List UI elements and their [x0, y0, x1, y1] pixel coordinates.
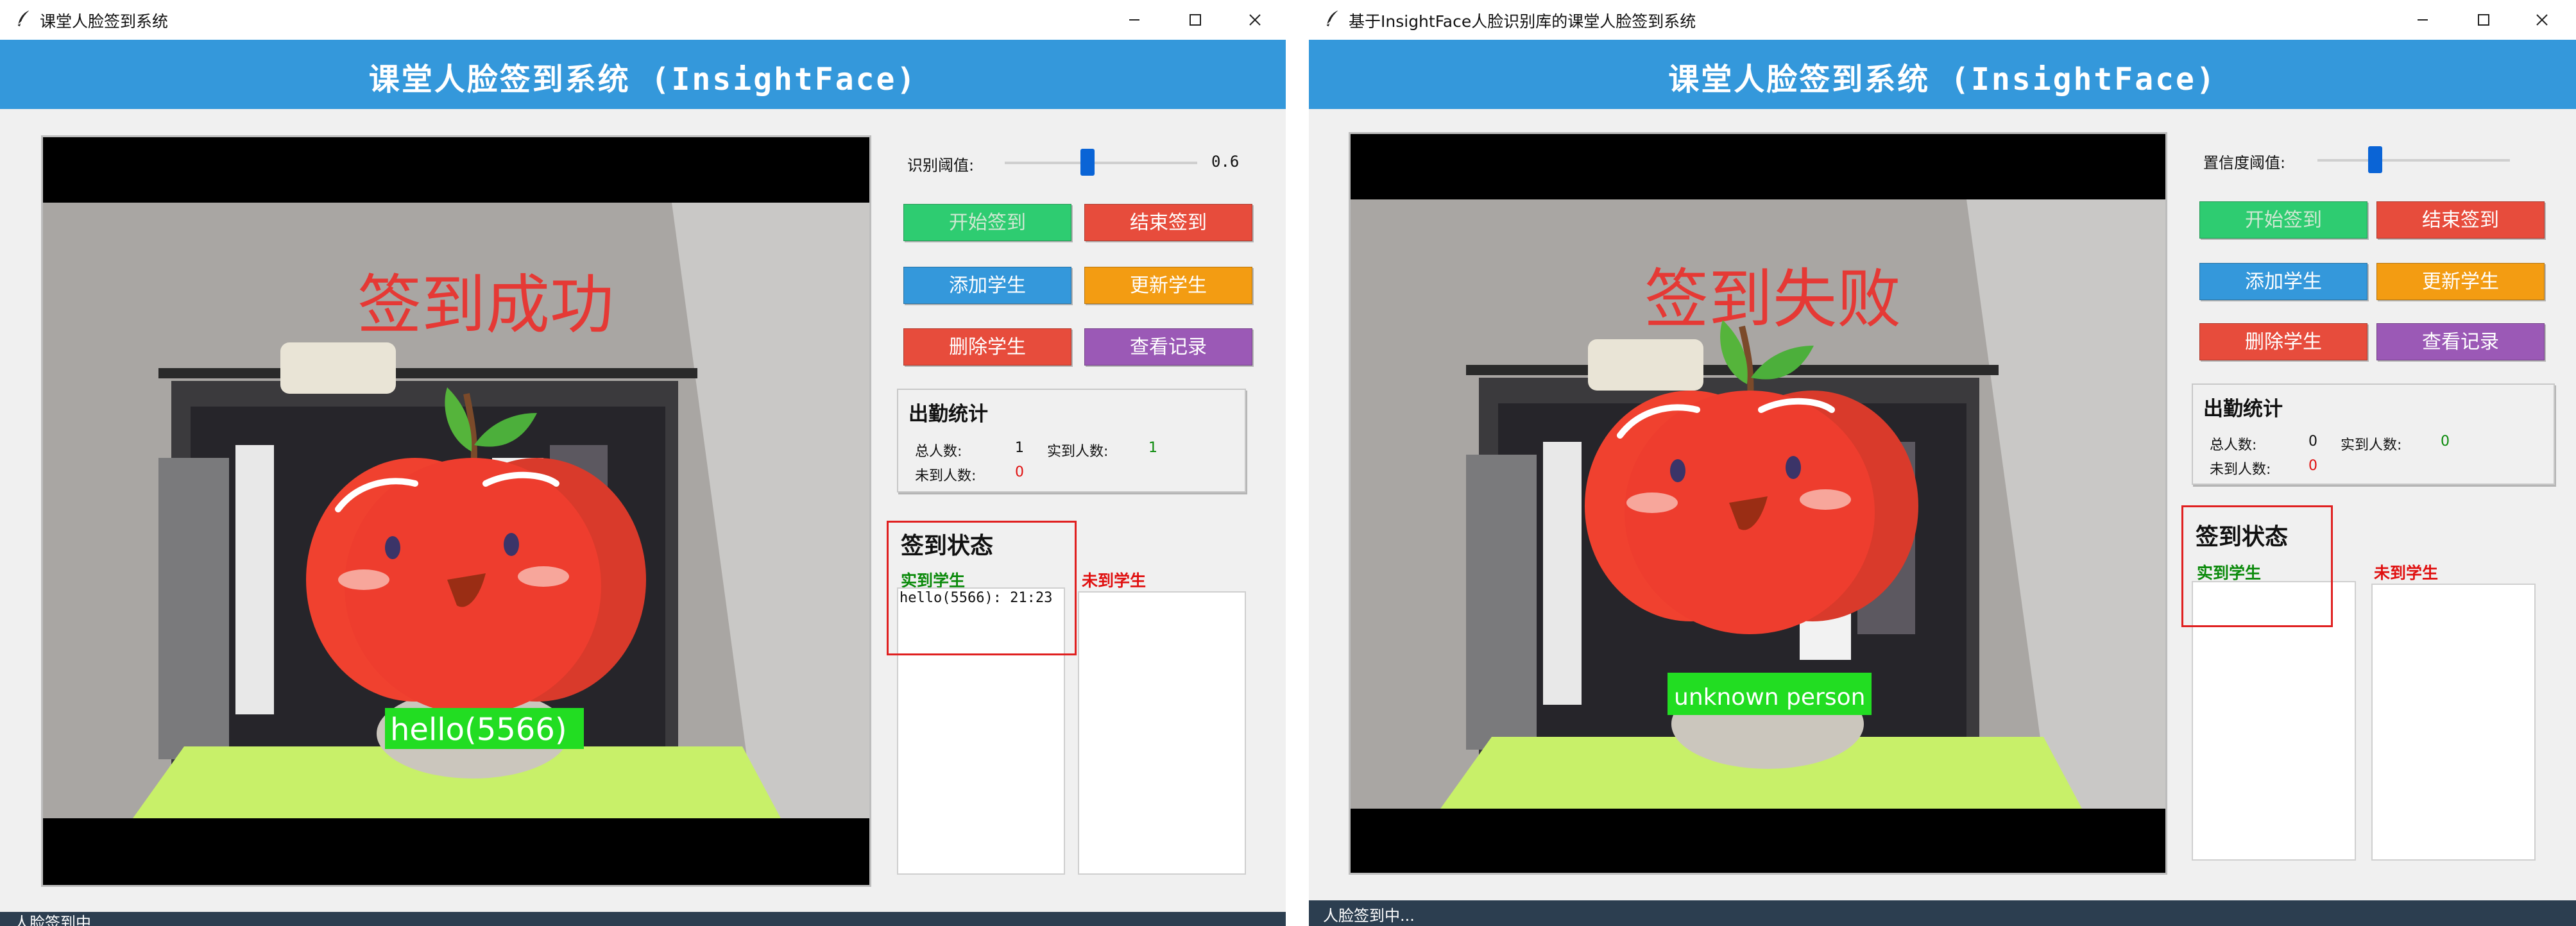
- app-header: 课堂人脸签到系统 (InsightFace): [1309, 40, 2576, 109]
- status-bar: 人脸签到中...: [1309, 900, 2576, 926]
- face-label-box: hello(5566): [385, 708, 584, 749]
- present-count-value: 1: [1148, 440, 1157, 456]
- present-count-value: 0: [2441, 434, 2450, 450]
- absent-students-list[interactable]: [1078, 591, 1246, 875]
- start-checkin-button[interactable]: 开始签到: [903, 204, 1071, 241]
- attendance-stats-panel: 出勤统计 总人数: 1 实到人数: 1 未到人数: 0: [897, 389, 1246, 492]
- title-bar[interactable]: 基于InsightFace人脸识别库的课堂人脸签到系统: [1309, 0, 2576, 40]
- window-gap: [1286, 0, 1309, 926]
- stop-checkin-button[interactable]: 结束签到: [2376, 201, 2545, 239]
- absent-students-label: 未到学生: [2374, 564, 2439, 582]
- app-header-title: 课堂人脸签到系统 (InsightFace): [368, 62, 917, 97]
- window-title: 课堂人脸签到系统: [40, 12, 169, 31]
- highlight-box: [887, 521, 1077, 655]
- app-window-2: 基于InsightFace人脸识别库的课堂人脸签到系统 课堂人脸签到系统 (In…: [1309, 0, 2576, 926]
- close-icon: [1249, 14, 1261, 26]
- app-window-1: 课堂人脸签到系统 课堂人脸签到系统 (InsightFace) 签到成功 hel…: [0, 0, 1286, 926]
- threshold-slider-thumb[interactable]: [2368, 146, 2382, 173]
- threshold-label: 置信度阈值:: [2203, 154, 2286, 172]
- update-student-button[interactable]: 更新学生: [2376, 263, 2545, 300]
- close-icon: [2536, 14, 2548, 26]
- threshold-slider-track[interactable]: [2317, 159, 2510, 162]
- status-text: 人脸签到中...: [1323, 907, 1415, 925]
- total-label: 总人数:: [915, 444, 962, 460]
- delete-student-button[interactable]: 删除学生: [903, 328, 1071, 366]
- app-header: 课堂人脸签到系统 (InsightFace): [0, 40, 1286, 109]
- apple-face-mask: [306, 387, 646, 714]
- absent-count-label: 未到人数:: [915, 468, 977, 484]
- present-count-label: 实到人数:: [2341, 437, 2402, 453]
- total-label: 总人数:: [2210, 437, 2257, 453]
- apple-face-mask: [1585, 320, 1918, 634]
- absent-students-label: 未到学生: [1082, 571, 1147, 590]
- total-value: 1: [1015, 440, 1024, 456]
- close-button[interactable]: [1219, 0, 1286, 40]
- total-value: 0: [2308, 434, 2317, 450]
- highlight-box: [2181, 505, 2333, 627]
- title-bar[interactable]: 课堂人脸签到系统: [0, 0, 1286, 40]
- status-bar: 人脸签到中...: [0, 912, 1286, 926]
- feather-icon: [1327, 10, 1339, 26]
- add-student-button[interactable]: 添加学生: [2199, 263, 2367, 300]
- threshold-value: 0.6: [1211, 153, 1240, 171]
- recognition-overlay-text: 签到成功: [357, 267, 614, 342]
- absent-count-value: 0: [2308, 458, 2317, 474]
- face-label-text: unknown person: [1674, 684, 1866, 711]
- feather-icon: [18, 10, 30, 26]
- update-student-button[interactable]: 更新学生: [1084, 267, 1252, 304]
- present-count-label: 实到人数:: [1047, 444, 1109, 460]
- view-records-button[interactable]: 查看记录: [2376, 323, 2545, 360]
- absent-count-value: 0: [1015, 464, 1024, 480]
- app-header-title: 课堂人脸签到系统 (InsightFace): [1668, 62, 2217, 97]
- camera-view: 签到成功 hello(5566): [41, 135, 871, 887]
- absent-count-label: 未到人数:: [2210, 462, 2271, 478]
- stop-checkin-button[interactable]: 结束签到: [1084, 204, 1252, 241]
- start-checkin-button[interactable]: 开始签到: [2199, 201, 2367, 239]
- delete-student-button[interactable]: 删除学生: [2199, 323, 2367, 360]
- view-records-button[interactable]: 查看记录: [1084, 328, 1252, 366]
- threshold-slider-thumb[interactable]: [1080, 149, 1095, 176]
- attendance-stats-panel: 出勤统计 总人数: 0 实到人数: 0 未到人数: 0: [2192, 383, 2555, 485]
- status-text: 人脸签到中...: [14, 914, 106, 926]
- face-label-box: unknown person: [1668, 673, 1872, 715]
- add-student-button[interactable]: 添加学生: [903, 267, 1071, 304]
- camera-view: 签到失败 unknown person: [1349, 132, 2167, 875]
- stats-title: 出勤统计: [908, 403, 988, 426]
- face-label-text: hello(5566): [390, 712, 567, 748]
- absent-students-list[interactable]: [2371, 584, 2536, 861]
- threshold-slider-track[interactable]: [1005, 162, 1197, 164]
- stats-title: 出勤统计: [2203, 398, 2283, 421]
- close-button[interactable]: [2506, 0, 2576, 40]
- window-title: 基于InsightFace人脸识别库的课堂人脸签到系统: [1349, 12, 1696, 31]
- threshold-label: 识别阈值:: [907, 156, 975, 174]
